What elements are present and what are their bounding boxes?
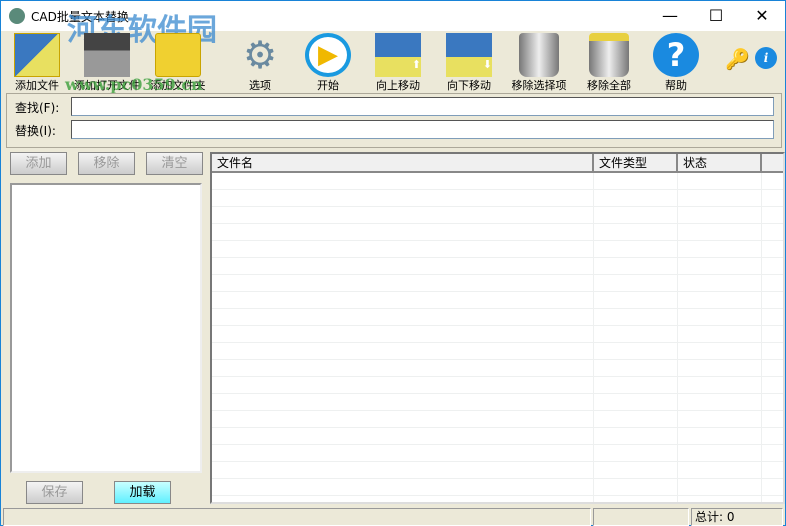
move-up-button[interactable]: ⬆ 向上移动 [373, 33, 423, 93]
clear-button[interactable]: 清空 [146, 152, 203, 175]
remove-button[interactable]: 移除 [78, 152, 135, 175]
load-button[interactable]: 加载 [114, 481, 171, 504]
move-down-button[interactable]: ⬇ 向下移动 [444, 33, 494, 93]
app-icon [9, 8, 25, 24]
status-panel-1 [3, 508, 591, 526]
toolbar: 添加文件 添加打开文件 添加文件夹 ⚙ 选项 ▶ 开始 ⬆ 向上移动 ⬇ 向下移动 移除… [1, 31, 785, 94]
column-header-status[interactable]: 状态 [678, 154, 762, 173]
column-header-empty [762, 154, 783, 173]
replace-label: 替换(I): [15, 124, 56, 138]
column-header-filename[interactable]: 文件名 [212, 154, 594, 173]
find-input[interactable] [71, 97, 774, 116]
key-icon[interactable]: 🔑 [725, 47, 750, 71]
save-button[interactable]: 保存 [26, 481, 83, 504]
add-open-file-icon [84, 33, 130, 77]
watermark-url: www.pc0359.cn [65, 75, 203, 94]
status-total: 总计: 0 [691, 508, 783, 526]
move-down-icon: ⬇ [446, 33, 492, 77]
play-icon: ▶ [305, 33, 351, 77]
minimize-button[interactable]: — [647, 1, 693, 31]
remove-all-button[interactable]: 移除全部 [583, 33, 635, 93]
add-button[interactable]: 添加 [10, 152, 67, 175]
left-list[interactable] [10, 183, 202, 473]
trash-all-icon [589, 33, 629, 77]
column-header-filetype[interactable]: 文件类型 [594, 154, 678, 173]
status-panel-2 [593, 508, 689, 526]
gear-icon: ⚙ [242, 33, 278, 77]
info-icon[interactable]: i [755, 47, 777, 69]
list-rows [212, 173, 783, 502]
add-file-button[interactable]: 添加文件 [7, 33, 67, 93]
replace-input[interactable] [71, 120, 774, 139]
add-file-icon [14, 33, 60, 77]
close-button[interactable]: ✕ [739, 1, 785, 31]
start-button[interactable]: ▶ 开始 [303, 33, 353, 93]
find-label: 查找(F): [15, 101, 60, 115]
add-folder-icon [155, 33, 201, 77]
maximize-button[interactable]: ☐ [693, 1, 739, 31]
options-button[interactable]: ⚙ 选项 [227, 33, 293, 93]
status-bar: 总计: 0 [1, 506, 785, 526]
find-replace-group: 查找(F): 替换(I): [6, 93, 782, 148]
file-list[interactable]: 文件名 文件类型 状态 [210, 152, 785, 504]
title-bar: CAD批量文本替换 河东软件园 — ☐ ✕ [1, 1, 785, 48]
help-button[interactable]: ? 帮助 [651, 33, 701, 93]
help-icon: ? [653, 33, 699, 77]
move-up-icon: ⬆ [375, 33, 421, 77]
remove-selected-button[interactable]: 移除选择项 [509, 33, 569, 93]
trash-icon [519, 33, 559, 77]
